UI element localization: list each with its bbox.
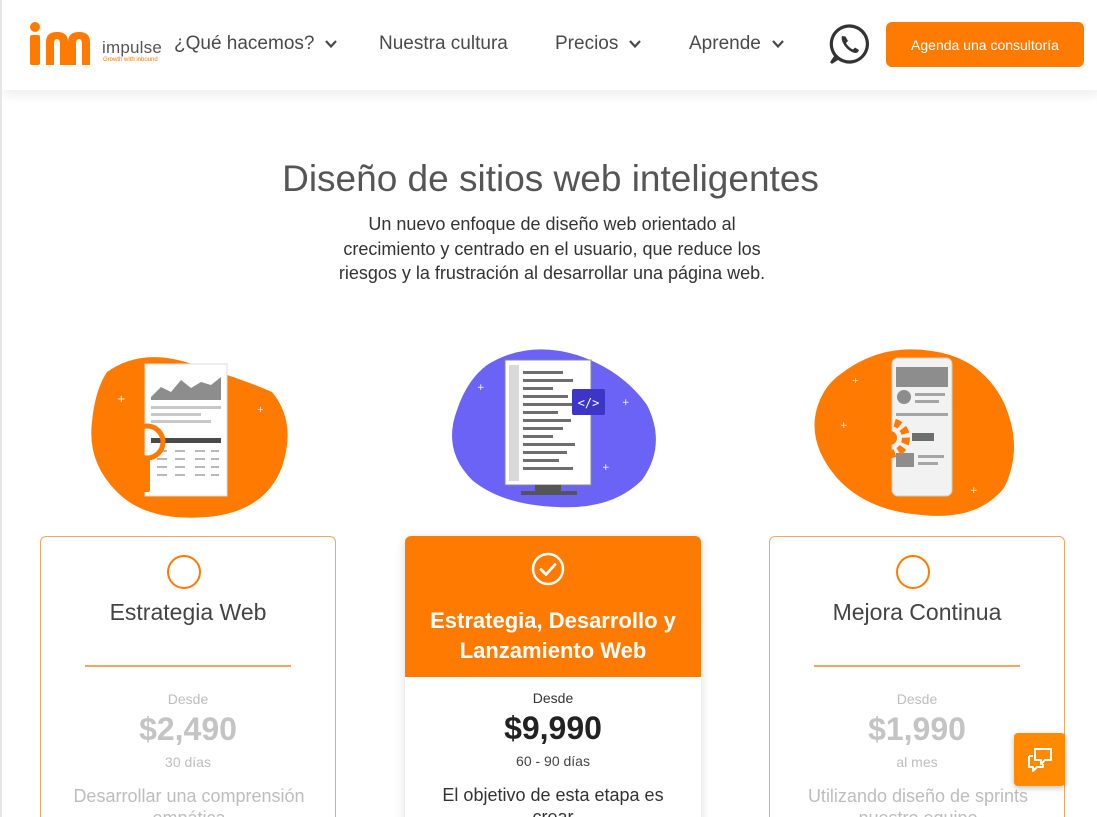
brand-logo[interactable]: impulse Growth with inbound xyxy=(28,20,168,70)
card-divider xyxy=(814,665,1020,667)
page-subtitle: Un nuevo enfoque de diseño web orientado… xyxy=(338,214,766,283)
svg-text:+: + xyxy=(840,421,848,431)
brand-logo-mark-icon xyxy=(30,22,90,65)
plan-card-estrategia-web[interactable]: Estrategia Web Desde $2,490 30 días Desa… xyxy=(40,536,336,817)
chevron-down-icon xyxy=(325,40,338,49)
price-from-label: Desde xyxy=(896,691,938,707)
plan-description: Utilizando diseño de sprints nuestro equ… xyxy=(807,786,1029,817)
chevron-down-icon xyxy=(772,40,784,49)
price-from-label: Desde xyxy=(167,691,209,707)
check-circle-icon[interactable] xyxy=(531,552,565,586)
nav-item-label: Precios xyxy=(555,33,619,54)
svg-text:+: + xyxy=(117,394,125,405)
whatsapp-icon[interactable] xyxy=(828,23,870,65)
plan-period: 30 días xyxy=(165,754,211,770)
radio-unchecked-icon[interactable] xyxy=(896,555,930,589)
plan-description: El objetivo de esta etapa es crear xyxy=(442,785,664,817)
nav-item-precios[interactable]: Precios xyxy=(555,33,642,55)
plan-title: Mejora Continua xyxy=(832,599,1002,625)
page: impulse Growth with inbound ¿Qué hacemos… xyxy=(0,0,1097,817)
svg-text:</>: </> xyxy=(578,396,600,410)
schedule-consultation-button[interactable]: Agenda una consultoría xyxy=(886,22,1084,67)
radio-unchecked-icon[interactable] xyxy=(167,555,201,589)
plan-description: Desarrollar una comprensión empática xyxy=(73,786,305,817)
card-divider xyxy=(85,665,291,667)
svg-text:+: + xyxy=(970,486,978,496)
plan-price: $9,990 xyxy=(504,710,602,746)
svg-text:+: + xyxy=(622,398,630,408)
svg-text:+: + xyxy=(852,376,859,385)
plan-title: Estrategia, Desarrollo y Lanzamiento Web xyxy=(430,608,676,663)
price-from-label: Desde xyxy=(532,690,574,706)
plan-period: 60 - 90 días xyxy=(516,753,590,769)
nav-item-nuestra-cultura[interactable]: Nuestra cultura xyxy=(379,33,508,55)
nav-item-label: ¿Qué hacemos? xyxy=(174,33,315,54)
nav-item-label: Aprende xyxy=(689,33,761,54)
nav-item-aprende[interactable]: Aprende xyxy=(689,33,785,55)
plan-title: Estrategia Web xyxy=(109,599,267,625)
brand-name: impulse xyxy=(102,38,162,57)
brand-tagline: Growth with inbound xyxy=(103,57,158,63)
chevron-down-icon xyxy=(629,40,642,49)
svg-text:+: + xyxy=(257,405,264,414)
svg-text:+: + xyxy=(477,383,485,393)
nav-item-label: Nuestra cultura xyxy=(379,33,508,54)
web-strategy-illustration: + + xyxy=(91,357,288,518)
web-development-illustration: + + + </> xyxy=(452,349,656,508)
svg-text:+: + xyxy=(602,463,610,473)
continuous-improvement-illustration: + + + xyxy=(814,349,1014,516)
plan-price: $2,490 xyxy=(139,711,237,747)
page-title: Diseño de sitios web inteligentes xyxy=(282,158,819,199)
chat-widget-button[interactable] xyxy=(1014,733,1065,786)
plan-card-estrategia-desarrollo-lanzamiento[interactable]: Estrategia, Desarrollo y Lanzamiento Web… xyxy=(405,536,701,817)
nav-item-que-hacemos[interactable]: ¿Qué hacemos? xyxy=(174,33,338,55)
site-header: impulse Growth with inbound ¿Qué hacemos… xyxy=(2,0,1097,90)
chat-bubbles-icon xyxy=(1027,747,1052,772)
